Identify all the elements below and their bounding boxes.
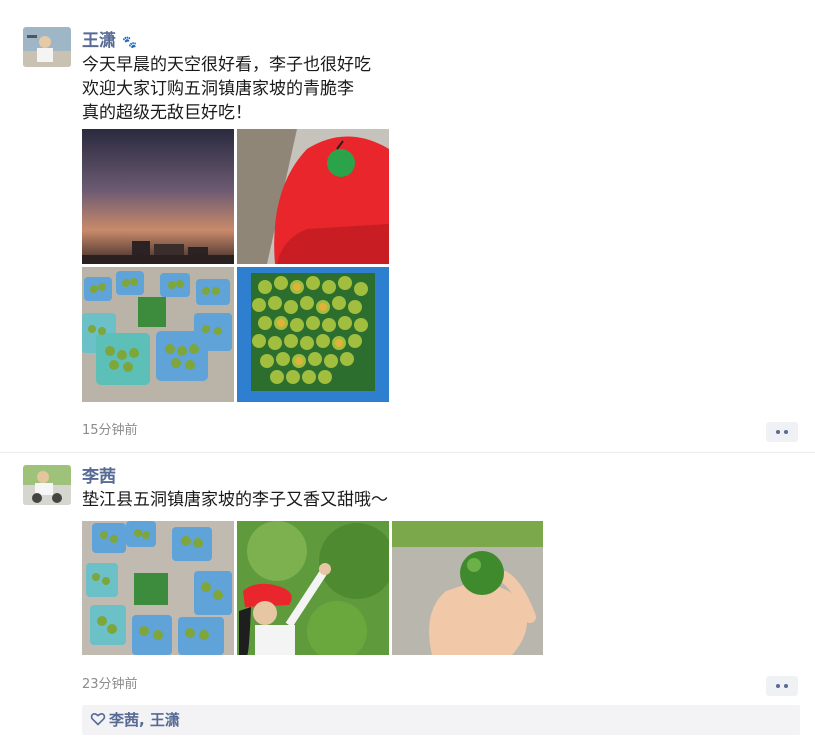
red-cap-photo[interactable] [237, 129, 389, 264]
post-author-name[interactable]: 李茜 [82, 467, 116, 487]
post-time: 23分钟前 [82, 677, 138, 692]
post-time: 15分钟前 [82, 423, 138, 438]
heart-icon [90, 713, 106, 726]
avatar[interactable] [23, 465, 71, 505]
plum-baskets-photo[interactable] [82, 267, 234, 402]
avatar[interactable] [23, 27, 71, 67]
plum-in-hand-photo[interactable] [392, 521, 543, 655]
post-text-line: 欢迎大家订购五洞镇唐家坡的青脆李 [82, 79, 354, 99]
picking-plums-photo[interactable] [237, 521, 389, 655]
paw-icon: 🐾 [122, 35, 137, 49]
liked-by-names[interactable]: 李茜, 王潇 [109, 711, 180, 729]
post-text-line: 真的超级无敌巨好吃！ [82, 103, 252, 123]
post-text-line: 垫江县五洞镇唐家坡的李子又香又甜哦～ [82, 490, 388, 510]
more-icon[interactable] [766, 676, 798, 696]
moment-post-1: 王潇 🐾 今天早晨的天空很好看，李子也很好吃 欢迎大家订购五洞镇唐家坡的青脆李 真… [0, 0, 815, 452]
plum-baskets-circle-photo[interactable] [82, 521, 234, 655]
post-text-line: 今天早晨的天空很好看，李子也很好吃 [82, 55, 371, 75]
likes-bar: 李茜, 王潇 [82, 705, 800, 735]
post-author-name[interactable]: 王潇 🐾 [82, 31, 137, 52]
sunset-sky-photo[interactable] [82, 129, 234, 264]
plum-basket-closeup-photo[interactable] [237, 267, 389, 402]
more-icon[interactable] [766, 422, 798, 442]
